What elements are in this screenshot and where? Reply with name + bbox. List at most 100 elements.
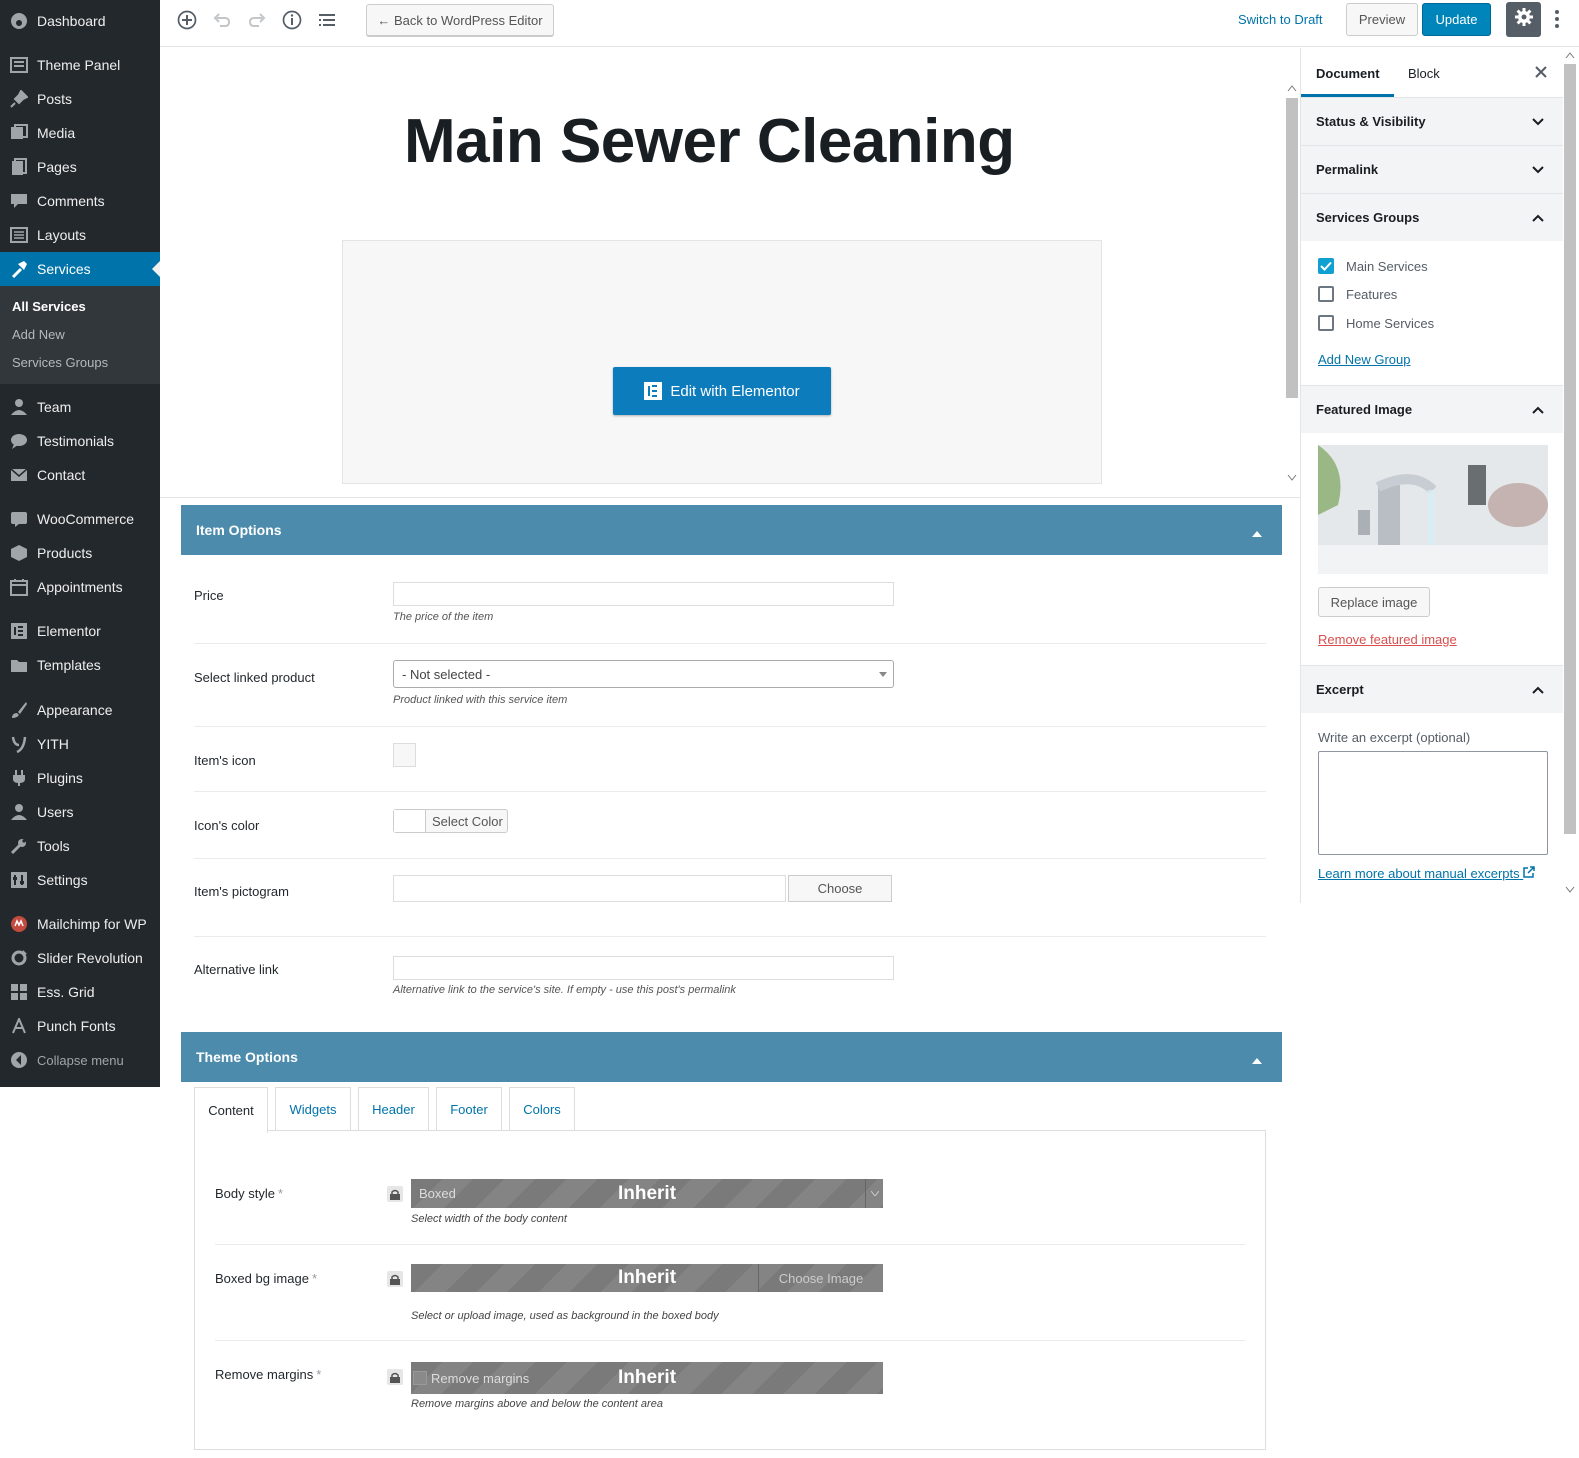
menu-woocommerce[interactable]: WooCommerce [0,502,160,536]
back-to-editor-button[interactable]: ← Back to WordPress Editor [366,4,554,36]
item-options-header[interactable]: Item Options [181,505,1282,555]
menu-ess-grid[interactable]: Ess. Grid [0,975,160,1009]
menu-elementor[interactable]: Elementor [0,614,160,648]
add-block-icon[interactable] [175,8,199,32]
services-groups-header[interactable]: Services Groups [1301,193,1563,241]
menu-posts[interactable]: Posts [0,82,160,116]
menu-slider-revolution[interactable]: Slider Revolution [0,941,160,975]
lock-icon[interactable] [387,1186,403,1202]
menu-appointments[interactable]: Appointments [0,570,160,604]
permalink-header[interactable]: Permalink [1301,145,1563,193]
menu-punch-fonts[interactable]: Punch Fonts [0,1009,160,1043]
theme-panel-icon [9,55,29,75]
checkbox[interactable] [1318,286,1334,302]
boxed-bg-desc: Select or upload image, used as backgrou… [411,1310,719,1322]
tab-widgets[interactable]: Widgets [275,1087,351,1131]
update-button[interactable]: Update [1422,3,1491,36]
lock-icon[interactable] [387,1369,403,1385]
submenu-add-new[interactable]: Add New [12,327,65,342]
checkbox-checked-icon[interactable] [1318,258,1334,274]
menu-mailchimp[interactable]: Mailchimp for WP [0,907,160,941]
menu-testimonials[interactable]: Testimonials [0,424,160,458]
alternative-link-input[interactable] [393,956,894,980]
remove-margins-inherit[interactable]: Remove margins Inherit [411,1362,883,1394]
replace-image-button[interactable]: Replace image [1318,587,1430,617]
more-options-icon[interactable] [1545,7,1569,31]
preview-button[interactable]: Preview [1346,3,1418,36]
menu-contact[interactable]: Contact [0,458,160,492]
tab-header[interactable]: Header [358,1087,429,1131]
select-color-button[interactable]: Select Color [393,809,508,833]
box-icon [9,543,29,563]
pictogram-label: Item's pictogram [194,884,289,899]
icon-picker[interactable] [393,743,416,767]
lock-icon[interactable] [387,1271,403,1287]
panel-scrollbar[interactable] [1561,48,1579,898]
inherit-label: Inherit [617,1182,677,1204]
menu-comments[interactable]: Comments [0,184,160,218]
menu-appearance[interactable]: Appearance [0,693,160,727]
post-title[interactable]: Main Sewer Cleaning [404,106,1015,177]
undo-icon[interactable] [210,8,234,32]
redo-icon[interactable] [245,8,269,32]
menu-settings[interactable]: Settings [0,863,160,897]
menu-users[interactable]: Users [0,795,160,829]
menu-team[interactable]: Team [0,390,160,424]
menu-yith[interactable]: YITH [0,727,160,761]
info-icon[interactable] [280,8,304,32]
choose-image-button[interactable]: Choose Image [758,1264,883,1292]
tab-content[interactable]: Content [194,1087,268,1133]
menu-theme-panel[interactable]: Theme Panel [0,48,160,82]
menu-plugins[interactable]: Plugins [0,761,160,795]
menu-templates[interactable]: Templates [0,648,160,682]
body-style-inherit[interactable]: Boxed Inherit [411,1179,883,1208]
submenu-services-groups[interactable]: Services Groups [12,355,108,370]
edit-with-elementor-button[interactable]: Edit with Elementor [613,367,831,415]
tab-document[interactable]: Document [1316,66,1380,81]
switch-to-draft-button[interactable]: Switch to Draft [1238,12,1323,27]
menu-pages[interactable]: Pages [0,150,160,184]
boxed-bg-inherit[interactable]: Inherit Choose Image [411,1264,883,1292]
brush-icon [9,700,29,720]
add-new-group-link[interactable]: Add New Group [1318,352,1411,367]
menu-products[interactable]: Products [0,536,160,570]
linked-product-label: Select linked product [194,670,315,685]
user-icon [9,397,29,417]
theme-options-header[interactable]: Theme Options [181,1032,1282,1082]
pictogram-input[interactable] [393,875,786,902]
menu-collapse[interactable]: Collapse menu [0,1043,160,1077]
menu-dashboard[interactable]: Dashboard [0,4,160,38]
excerpt-header[interactable]: Excerpt [1301,665,1563,713]
tab-colors[interactable]: Colors [509,1087,575,1131]
price-input[interactable] [393,582,894,606]
checkbox[interactable] [1318,315,1334,331]
menu-media[interactable]: Media [0,116,160,150]
status-visibility-header[interactable]: Status & Visibility [1301,97,1563,145]
group-home-services[interactable]: Home Services [1318,315,1434,331]
dashboard-icon [9,11,29,31]
group-main-services[interactable]: Main Services [1318,258,1428,274]
featured-image-header[interactable]: Featured Image [1301,385,1563,433]
choose-pictogram-button[interactable]: Choose [788,875,892,902]
tab-block[interactable]: Block [1408,66,1440,81]
menu-tools[interactable]: Tools [0,829,160,863]
group-features[interactable]: Features [1318,286,1397,302]
inherit-label: Inherit [617,1367,677,1388]
settings-gear-button[interactable] [1506,2,1541,37]
item-icon-label: Item's icon [194,753,256,768]
editor-scrollbar[interactable] [1283,82,1300,482]
excerpt-textarea[interactable] [1318,751,1548,855]
remove-margins-label: Remove margins * [215,1367,322,1382]
menu-services[interactable]: Services [0,252,160,286]
submenu-all-services[interactable]: All Services [12,299,86,314]
outline-icon[interactable] [315,8,339,32]
menu-layouts[interactable]: Layouts [0,218,160,252]
settings-icon [9,870,29,890]
learn-more-excerpts-link[interactable]: Learn more about manual excerpts [1318,866,1535,881]
remove-featured-image-link[interactable]: Remove featured image [1318,632,1457,647]
gear-icon [1514,7,1534,32]
linked-product-select[interactable]: - Not selected - [393,660,894,688]
close-icon[interactable] [1535,65,1547,83]
featured-image[interactable] [1318,445,1548,574]
tab-footer[interactable]: Footer [436,1087,502,1131]
